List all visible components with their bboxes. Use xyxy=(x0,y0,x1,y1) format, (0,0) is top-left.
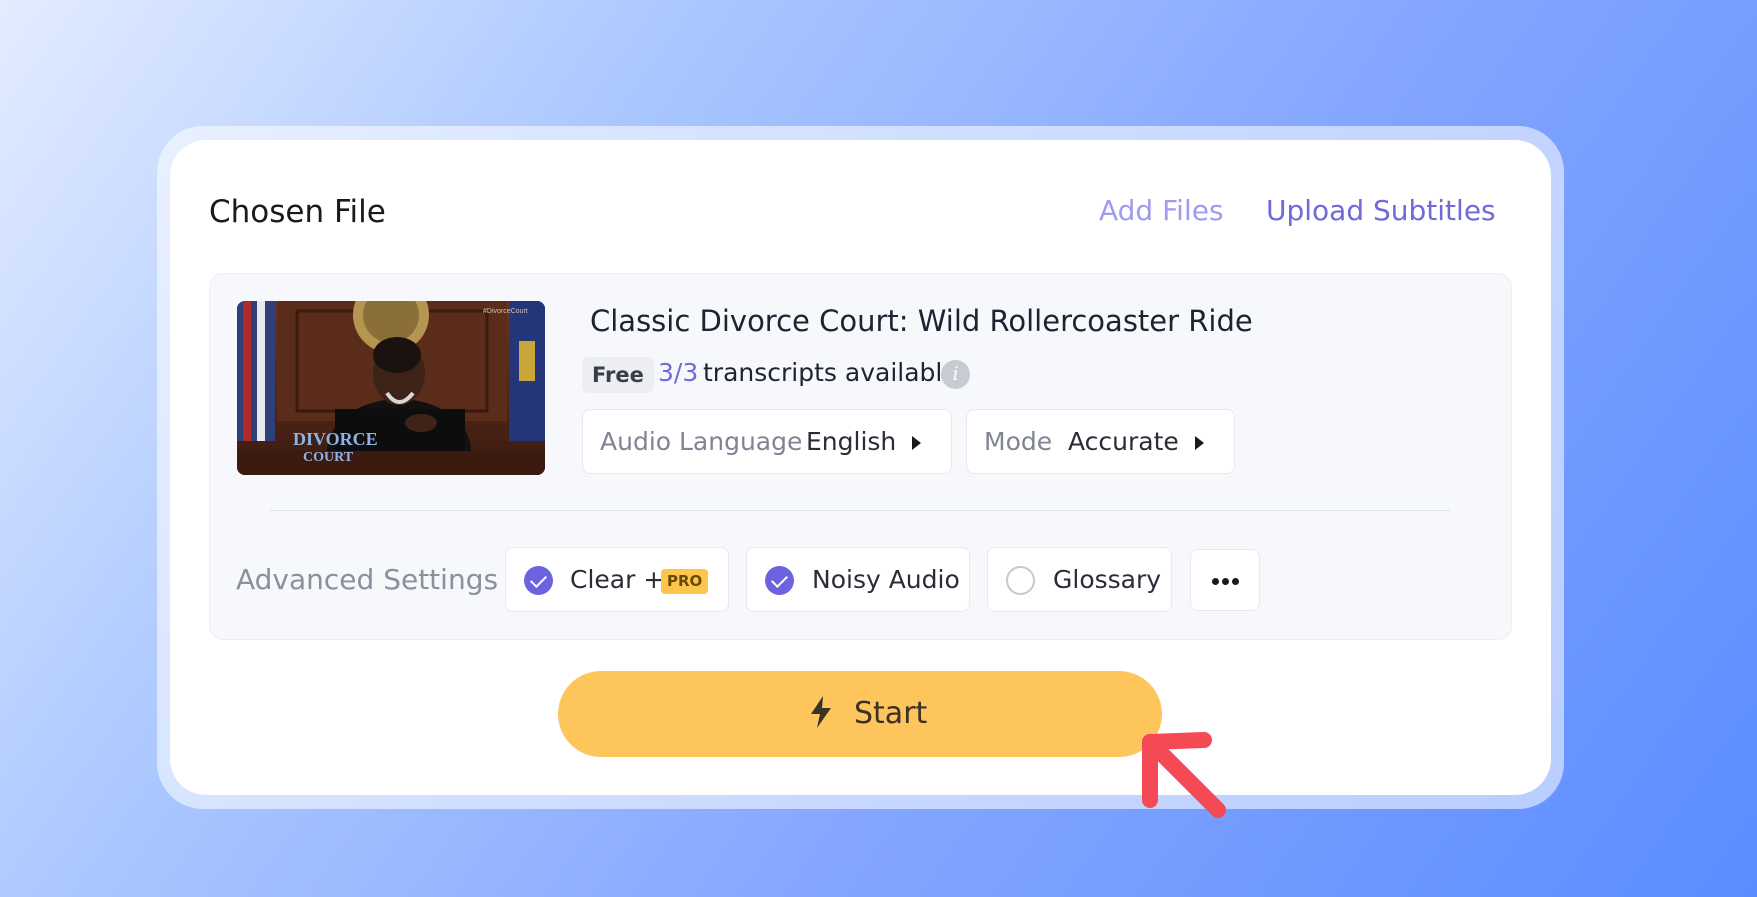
glossary-option[interactable]: Glossary xyxy=(987,547,1172,612)
transcripts-label: transcripts available xyxy=(703,358,958,387)
checked-icon xyxy=(524,566,553,595)
mode-label: Mode xyxy=(984,427,1053,456)
unchecked-icon xyxy=(1006,566,1035,595)
option-label: Noisy Audio xyxy=(812,565,960,594)
caret-right-icon xyxy=(912,436,921,450)
ellipsis-icon xyxy=(1222,578,1229,585)
start-button[interactable]: Start xyxy=(558,671,1162,757)
upload-subtitles-link[interactable]: Upload Subtitles xyxy=(1266,194,1496,227)
pro-badge: PRO xyxy=(661,569,709,594)
pointer-arrow-icon xyxy=(1142,732,1226,818)
add-files-link[interactable]: Add Files xyxy=(1099,194,1224,227)
video-thumbnail-image: DIVORCE COURT #DivorceCourt xyxy=(237,301,545,475)
svg-text:COURT: COURT xyxy=(303,450,354,465)
start-button-label: Start xyxy=(854,696,928,731)
audio-language-value: English xyxy=(806,427,897,456)
audio-language-select[interactable]: Audio Language English xyxy=(582,409,952,474)
page-title: Chosen File xyxy=(209,194,386,230)
noisy-audio-option[interactable]: Noisy Audio xyxy=(746,547,970,612)
divider xyxy=(270,510,1450,511)
audio-language-label: Audio Language xyxy=(600,427,803,456)
ellipsis-icon xyxy=(1212,578,1219,585)
more-options-button[interactable] xyxy=(1190,549,1260,611)
transcripts-count: 3/3 xyxy=(658,358,699,387)
video-thumbnail: DIVORCE COURT #DivorceCourt xyxy=(237,301,545,475)
plan-badge: Free xyxy=(582,357,654,393)
info-icon[interactable]: i xyxy=(941,360,970,389)
caret-right-icon xyxy=(1195,436,1204,450)
option-label: Clear + xyxy=(570,565,665,594)
option-label: Glossary xyxy=(1053,565,1162,594)
mode-select[interactable]: Mode Accurate xyxy=(966,409,1235,474)
ellipsis-icon xyxy=(1232,578,1239,585)
svg-text:#DivorceCourt: #DivorceCourt xyxy=(483,308,528,315)
file-name: Classic Divorce Court: Wild Rollercoaste… xyxy=(590,304,1253,338)
checked-icon xyxy=(765,566,794,595)
mode-value: Accurate xyxy=(1068,427,1179,456)
bolt-icon xyxy=(811,696,831,728)
clear-plus-option[interactable]: Clear + PRO xyxy=(505,547,729,612)
advanced-settings-label: Advanced Settings xyxy=(236,563,499,596)
svg-text:DIVORCE: DIVORCE xyxy=(293,429,378,449)
